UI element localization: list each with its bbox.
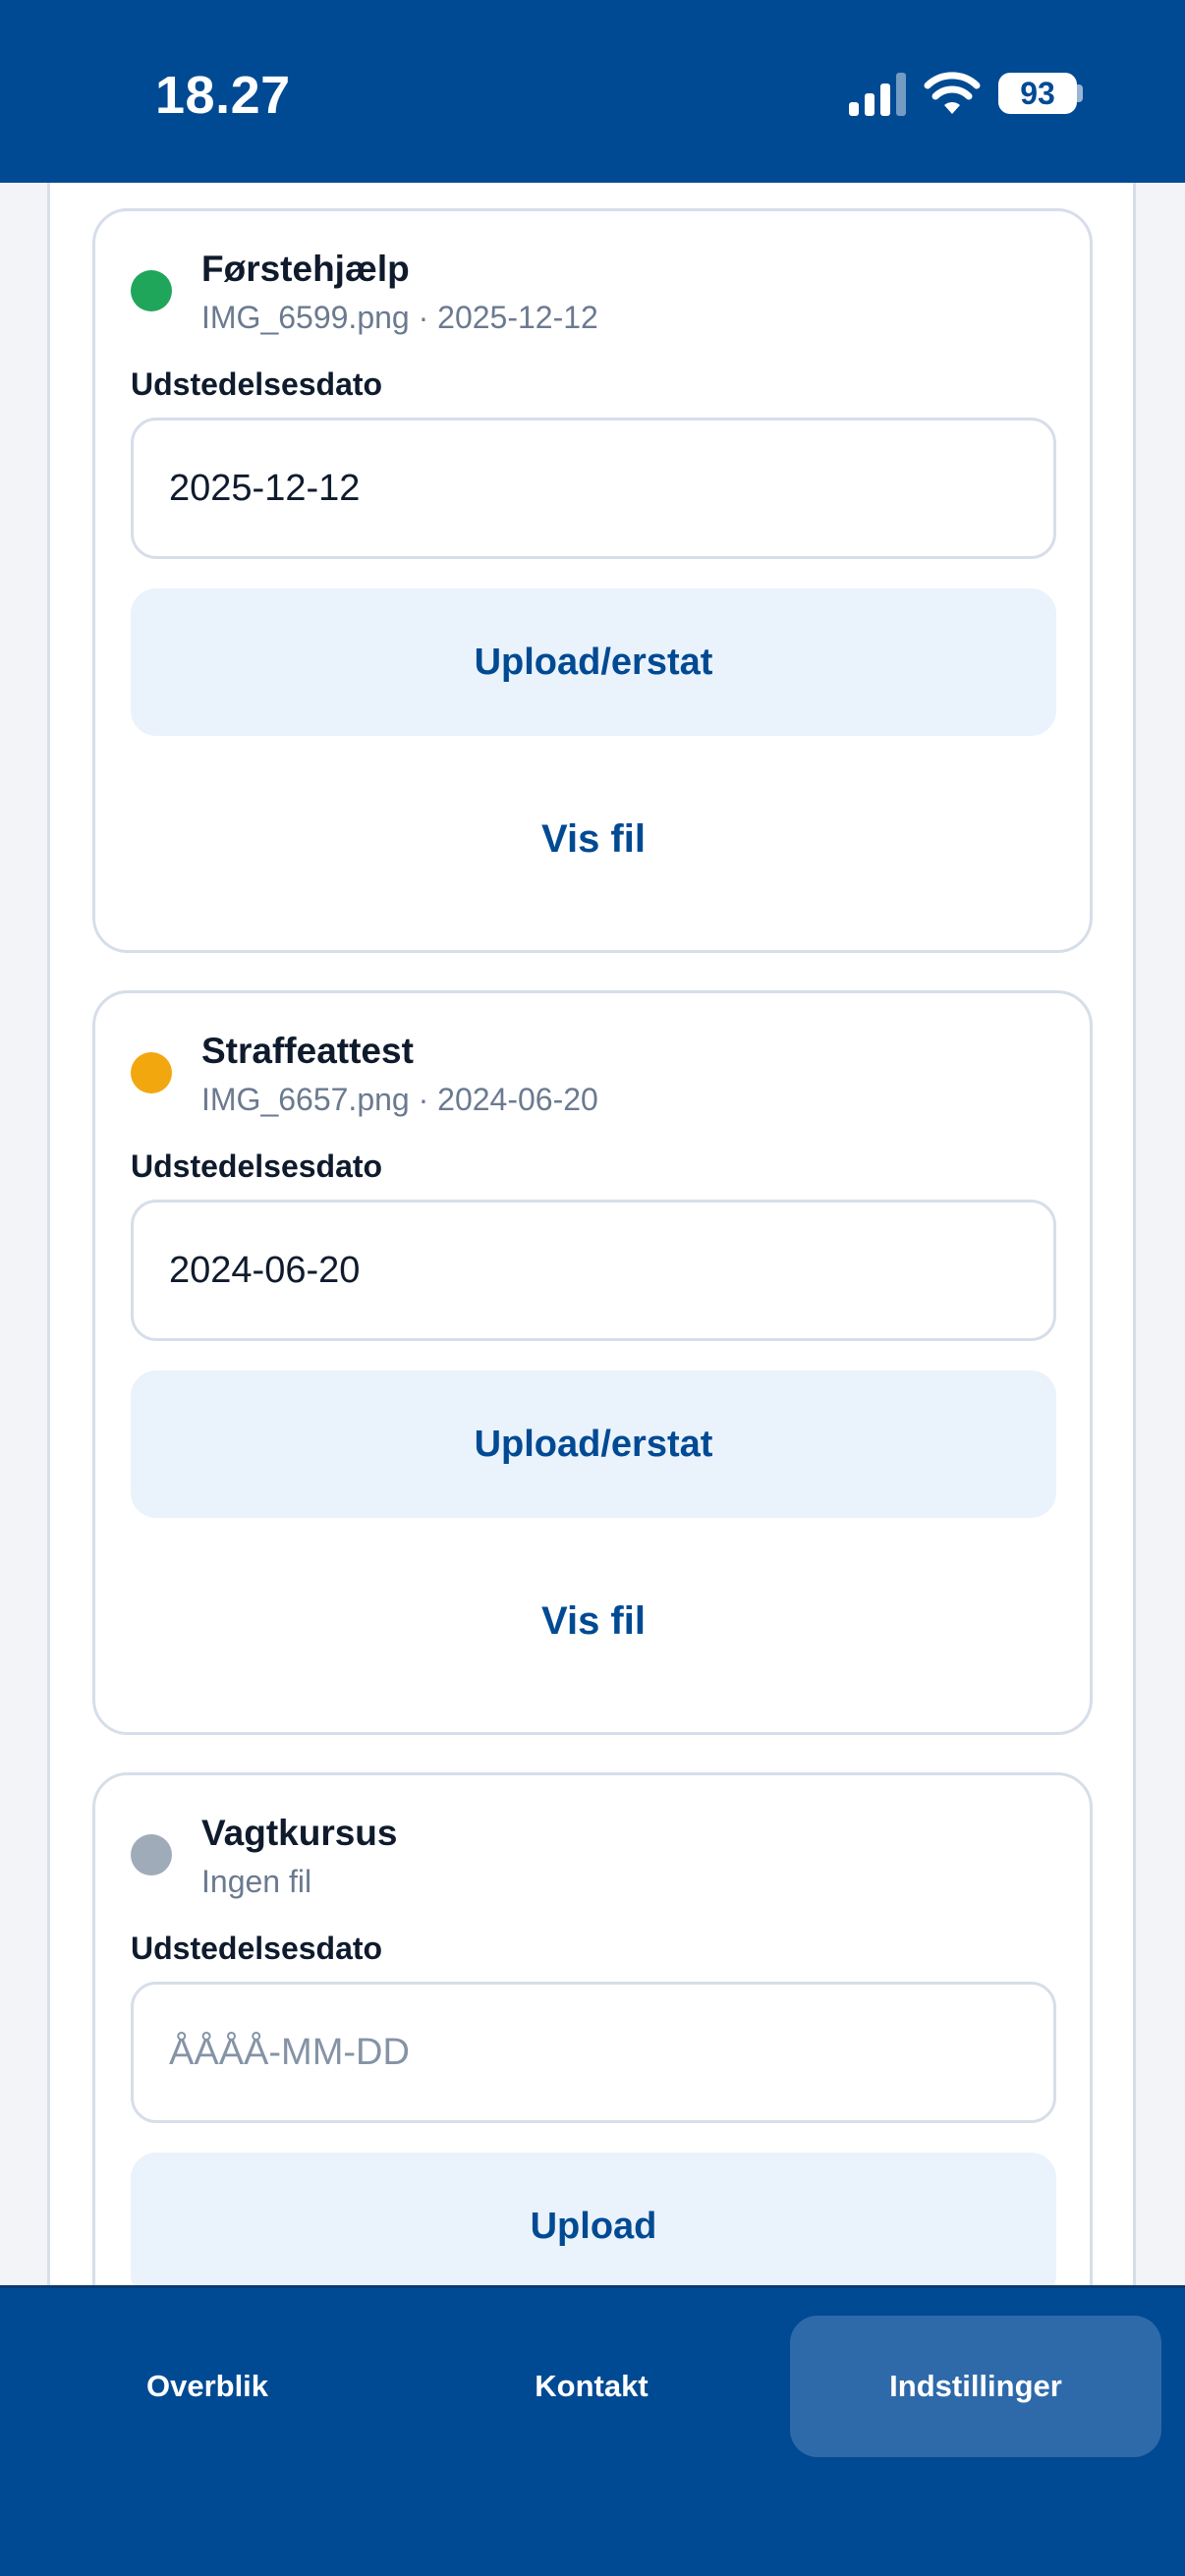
status-dot-icon xyxy=(131,1052,172,1093)
document-meta: Ingen fil xyxy=(201,1864,312,1899)
document-card-vagtkursus: Vagtkursus Ingen fil Udstedelsesdato Upl… xyxy=(92,1772,1093,2285)
nav-tab-kontakt[interactable]: Kontakt xyxy=(399,2316,784,2457)
view-file-button[interactable]: Vis fil xyxy=(131,1547,1056,1695)
view-file-button[interactable]: Vis fil xyxy=(131,765,1056,913)
scroll-content[interactable]: Førstehjælp IMG_6599.png · 2025-12-12 Ud… xyxy=(0,183,1185,2285)
issue-date-input[interactable] xyxy=(131,1200,1056,1341)
status-dot-icon xyxy=(131,270,172,311)
battery-icon: 93 xyxy=(998,73,1077,114)
issue-date-label: Udstedelsesdato xyxy=(131,366,383,402)
bottom-nav: Overblik Kontakt Indstillinger xyxy=(0,2285,1185,2576)
status-time: 18.27 xyxy=(155,66,291,125)
issue-date-label: Udstedelsesdato xyxy=(131,1148,383,1184)
issue-date-input[interactable] xyxy=(131,1982,1056,2123)
status-dot-icon xyxy=(131,1834,172,1876)
document-card-straffeattest: Straffeattest IMG_6657.png · 2024-06-20 … xyxy=(92,990,1093,1735)
document-title: Vagtkursus xyxy=(201,1813,398,1853)
document-title: Førstehjælp xyxy=(201,249,410,289)
upload-replace-button[interactable]: Upload/erstat xyxy=(131,588,1056,736)
upload-replace-button[interactable]: Upload/erstat xyxy=(131,1371,1056,1518)
battery-cap xyxy=(1077,84,1083,102)
nav-tab-indstillinger[interactable]: Indstillinger xyxy=(790,2316,1161,2457)
nav-tab-overblik[interactable]: Overblik xyxy=(16,2316,399,2457)
document-meta: IMG_6599.png · 2025-12-12 xyxy=(201,300,598,335)
document-card-forstehjaelp: Førstehjælp IMG_6599.png · 2025-12-12 Ud… xyxy=(92,208,1093,953)
status-bar: 18.27 93 xyxy=(0,0,1185,183)
upload-button[interactable]: Upload xyxy=(131,2153,1056,2285)
issue-date-label: Udstedelsesdato xyxy=(131,1931,383,1966)
signal-icon xyxy=(849,73,906,116)
wifi-icon xyxy=(924,72,981,114)
issue-date-input[interactable] xyxy=(131,418,1056,559)
document-meta: IMG_6657.png · 2024-06-20 xyxy=(201,1082,598,1117)
document-title: Straffeattest xyxy=(201,1031,414,1071)
